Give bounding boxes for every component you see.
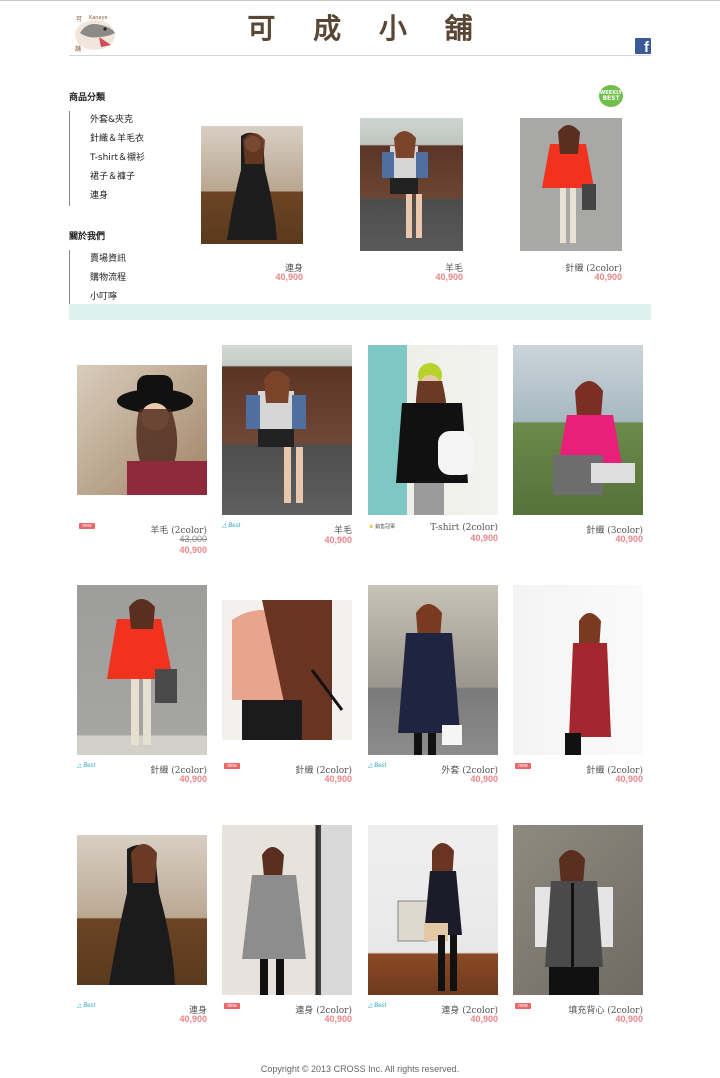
product-price: 40,900 [324, 774, 352, 784]
product-image[interactable] [368, 345, 498, 515]
product-image[interactable] [368, 585, 498, 755]
category-list: 外套&夾克 針織＆羊毛衣 T-shirt＆襯衫 裙子＆褲子 連身 [69, 111, 210, 206]
product-price: 40,900 [179, 545, 207, 555]
model-photo [397, 843, 462, 991]
featured-product-image[interactable] [201, 126, 303, 244]
product-image[interactable] [222, 825, 352, 995]
model-photo [246, 371, 306, 503]
product-image[interactable] [77, 585, 207, 755]
category-item-shirts[interactable]: T-shirt＆襯衫 [90, 149, 210, 168]
featured-divider-band [69, 304, 651, 320]
product-price: 40,900 [470, 774, 498, 784]
model-photo [109, 844, 175, 985]
product-price: 40,900 [615, 1014, 643, 1024]
product-image[interactable] [77, 835, 207, 985]
featured-product-image[interactable] [360, 118, 463, 251]
featured-product-price: 40,900 [594, 272, 622, 282]
product-price: 40,900 [179, 774, 207, 784]
product-image[interactable] [513, 825, 643, 995]
model-photo [542, 125, 596, 243]
category-item-knits[interactable]: 針織＆羊毛衣 [90, 130, 210, 149]
model-photo [107, 599, 177, 745]
product-price: 40,900 [324, 1014, 352, 1024]
weekly-best-line2: BEST [602, 95, 620, 102]
product-image[interactable] [77, 365, 207, 495]
featured-product-price: 40,900 [275, 272, 303, 282]
product-price: 40,900 [179, 1014, 207, 1024]
facebook-icon[interactable]: f [635, 38, 651, 56]
product-price: 40,900 [324, 535, 352, 545]
product-image[interactable] [222, 345, 352, 515]
product-name[interactable]: T-shirt (2color) [368, 523, 498, 533]
product-image[interactable] [513, 585, 643, 755]
model-photo [565, 613, 611, 755]
model-photo [117, 375, 207, 495]
product-price: 40,900 [470, 533, 498, 543]
category-item-dresses[interactable]: 連身 [90, 187, 210, 206]
model-photo [232, 600, 344, 740]
model-photo [382, 131, 428, 238]
header-divider [69, 55, 651, 56]
about-list: 賣場資訊 購物流程 小叮嚀 [69, 250, 210, 307]
category-heading: 商品分類 [69, 93, 106, 103]
about-heading: 關於我們 [69, 232, 106, 242]
model-photo [553, 381, 635, 495]
model-photo [396, 363, 474, 515]
product-price: 40,900 [615, 534, 643, 544]
product-old-price: 43,000 [179, 534, 207, 544]
model-photo [535, 850, 613, 995]
copyright-text: Copyright © 2013 CROSS Inc. All rights r… [260, 1064, 460, 1074]
category-item-coats[interactable]: 外套&夾克 [90, 111, 210, 130]
about-item-store-info[interactable]: 賣場資訊 [90, 250, 210, 269]
page-title: 可 成 小 舖 [247, 12, 487, 45]
product-image[interactable] [368, 825, 498, 995]
featured-product-image[interactable] [520, 118, 622, 251]
weekly-best-badge: WEEKLY BEST [599, 85, 623, 107]
model-photo [242, 847, 306, 995]
model-photo [227, 132, 277, 240]
product-image[interactable] [222, 600, 352, 740]
product-price: 40,900 [615, 774, 643, 784]
featured-product-price: 40,900 [435, 272, 463, 282]
product-price: 40,900 [470, 1014, 498, 1024]
product-image[interactable] [513, 345, 643, 515]
about-item-shopping-flow[interactable]: 購物流程 [90, 269, 210, 288]
facebook-letter: f [644, 39, 649, 56]
model-photo [398, 604, 462, 755]
category-item-bottoms[interactable]: 裙子＆褲子 [90, 168, 210, 187]
